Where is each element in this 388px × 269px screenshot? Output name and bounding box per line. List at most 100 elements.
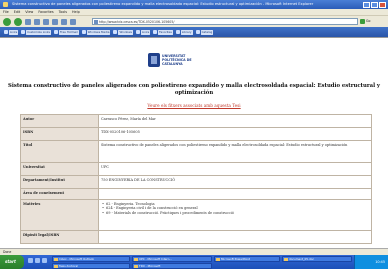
favorites-star-icon[interactable] xyxy=(61,18,67,25)
menu-favorites[interactable]: Favorites xyxy=(38,9,53,15)
table-row: Autor Carrasco Pérez, María del Mar xyxy=(20,114,372,128)
close-button[interactable] xyxy=(379,1,386,8)
ie-icon xyxy=(3,2,8,7)
quicklaunch-ie-icon[interactable] xyxy=(28,258,33,263)
go-button[interactable]: Go xyxy=(360,18,384,25)
field-label: Universitat xyxy=(20,162,99,176)
table-row: Departament/Institut 750 ENGINYERIA DE L… xyxy=(20,175,372,189)
link-icon xyxy=(175,30,180,34)
subjects-list: 62 - Enginyeria. Tecnologia 624 - Enginy… xyxy=(101,202,369,216)
taskbar-item[interactable]: TDX - Microsoft xyxy=(132,263,212,269)
back-arrow-icon[interactable] xyxy=(3,17,11,26)
quicklaunch-media-icon[interactable] xyxy=(42,258,47,263)
link-icon xyxy=(21,30,26,34)
field-value: 750 ENGINYERIA DE LA CONSTRUCCIÓ xyxy=(98,175,372,189)
link-item[interactable]: Windows Media xyxy=(81,29,111,35)
field-label: Àrea de coneixement xyxy=(20,188,99,200)
link-icon xyxy=(53,30,58,34)
field-label: Dipòsit legal/ISBN xyxy=(20,230,99,244)
field-label: Departament/Institut xyxy=(20,175,99,189)
app-icon xyxy=(216,258,220,261)
link-item[interactable]: Links xyxy=(135,29,151,35)
go-label: Go xyxy=(366,19,371,23)
refresh-icon[interactable] xyxy=(34,18,40,25)
link-item[interactable]: Catalog xyxy=(195,29,214,35)
field-value: TDX-0520106-105605 xyxy=(98,127,372,141)
field-value: Sistema constructivo de paneles aligerad… xyxy=(98,140,372,163)
field-label: ISBN xyxy=(20,127,99,141)
app-icon xyxy=(54,265,58,268)
link-icon xyxy=(153,30,158,34)
link-item[interactable]: Favorites xyxy=(153,29,173,35)
link-item[interactable]: Windows xyxy=(113,29,133,35)
window-title: Sistema constructivo de paneles aligerad… xyxy=(12,2,314,6)
app-icon xyxy=(284,258,288,261)
link-item[interactable]: Library xyxy=(175,29,193,35)
stop-icon[interactable] xyxy=(25,18,31,25)
page-content: UNIVERSITAT POLITÈCNICA DE CATALUNYA Sis… xyxy=(0,37,388,248)
start-button[interactable]: start xyxy=(0,255,24,269)
history-icon[interactable] xyxy=(70,18,76,25)
search-icon[interactable] xyxy=(52,18,58,25)
go-arrow-icon xyxy=(360,19,365,24)
taskbar-item[interactable]: UPC - Microsoft Intern... xyxy=(132,256,212,262)
minimize-button[interactable] xyxy=(363,1,370,8)
table-row: Matèries 62 - Enginyeria. Tecnologia 624… xyxy=(20,199,372,231)
link-icon xyxy=(135,30,140,34)
menu-file[interactable]: File xyxy=(3,9,9,15)
link-item[interactable]: Free Hotmail xyxy=(53,29,79,35)
window-controls xyxy=(363,1,386,8)
table-row: ISBN TDX-0520106-105605 xyxy=(20,127,372,141)
system-tray: 10:45 xyxy=(354,255,388,269)
address-url: http://www.tdx.cesca.es/TDX-0520106-1056… xyxy=(99,20,175,24)
statusbar: Done xyxy=(0,248,388,255)
table-row: Dipòsit legal/ISBN xyxy=(20,230,372,244)
home-icon[interactable] xyxy=(43,18,49,25)
table-row: Àrea de coneixement xyxy=(20,188,372,200)
maximize-button[interactable] xyxy=(371,1,378,8)
status-text: Done xyxy=(3,250,12,254)
field-label: Matèries xyxy=(20,199,99,231)
taskbar-item[interactable]: Microsoft PowerPoint xyxy=(214,256,280,262)
menu-help[interactable]: Help xyxy=(72,9,80,15)
menu-edit[interactable]: Edit xyxy=(14,9,21,15)
taskbar-item[interactable]: Tesis doctoral xyxy=(52,263,130,269)
link-icon xyxy=(113,30,118,34)
table-row: Títol Sistema constructivo de paneles al… xyxy=(20,140,372,163)
menubar: File Edit View Favorites Tools Help xyxy=(0,9,388,16)
link-icon xyxy=(195,30,200,34)
link-item[interactable]: Customize Links xyxy=(21,29,51,35)
link-icon xyxy=(81,30,86,34)
logo-text: UNIVERSITAT POLITÈCNICA DE CATALUNYA xyxy=(162,54,192,66)
list-item: 69 - Materials de construcció. Pràctique… xyxy=(101,211,369,216)
taskbar-item[interactable]: document_05.doc xyxy=(282,256,352,262)
field-value xyxy=(98,230,372,244)
field-label: Títol xyxy=(20,140,99,163)
upc-logo-icon xyxy=(148,53,160,67)
field-value: 62 - Enginyeria. Tecnologia 624 - Enginy… xyxy=(98,199,372,231)
address-input[interactable]: http://www.tdx.cesca.es/TDX-0520106-1056… xyxy=(92,18,358,25)
link-item[interactable]: Links xyxy=(4,29,19,35)
field-value xyxy=(98,188,372,200)
app-icon xyxy=(134,265,138,268)
quicklaunch-desktop-icon[interactable] xyxy=(35,258,40,263)
table-row: Universitat UPC xyxy=(20,162,372,176)
taskbar: start Inbox - Microsoft Outlook UPC - Mi… xyxy=(0,255,388,269)
field-value: Carrasco Pérez, María del Mar xyxy=(98,114,372,128)
app-icon xyxy=(134,258,138,261)
link-icon xyxy=(4,30,8,34)
clock[interactable]: 10:45 xyxy=(375,260,385,264)
document-title: Sistema constructivo de paneles aligerad… xyxy=(8,83,381,96)
menu-view[interactable]: View xyxy=(25,9,33,15)
university-logo[interactable]: UNIVERSITAT POLITÈCNICA DE CATALUNYA xyxy=(148,52,238,68)
window-titlebar: Sistema constructivo de paneles aligerad… xyxy=(0,0,388,9)
field-value: UPC xyxy=(98,162,372,176)
field-label: Autor xyxy=(20,114,99,128)
links-toolbar: Links Customize Links Free Hotmail Windo… xyxy=(0,27,388,37)
forward-arrow-icon[interactable] xyxy=(14,17,22,26)
taskbar-item[interactable]: Inbox - Microsoft Outlook xyxy=(52,256,130,262)
record-table: Autor Carrasco Pérez, María del Mar ISBN… xyxy=(20,114,372,244)
page-icon xyxy=(94,20,98,24)
menu-tools[interactable]: Tools xyxy=(59,9,67,15)
associated-files-link[interactable]: Veure els fitxers associats amb aquesta … xyxy=(0,103,388,108)
